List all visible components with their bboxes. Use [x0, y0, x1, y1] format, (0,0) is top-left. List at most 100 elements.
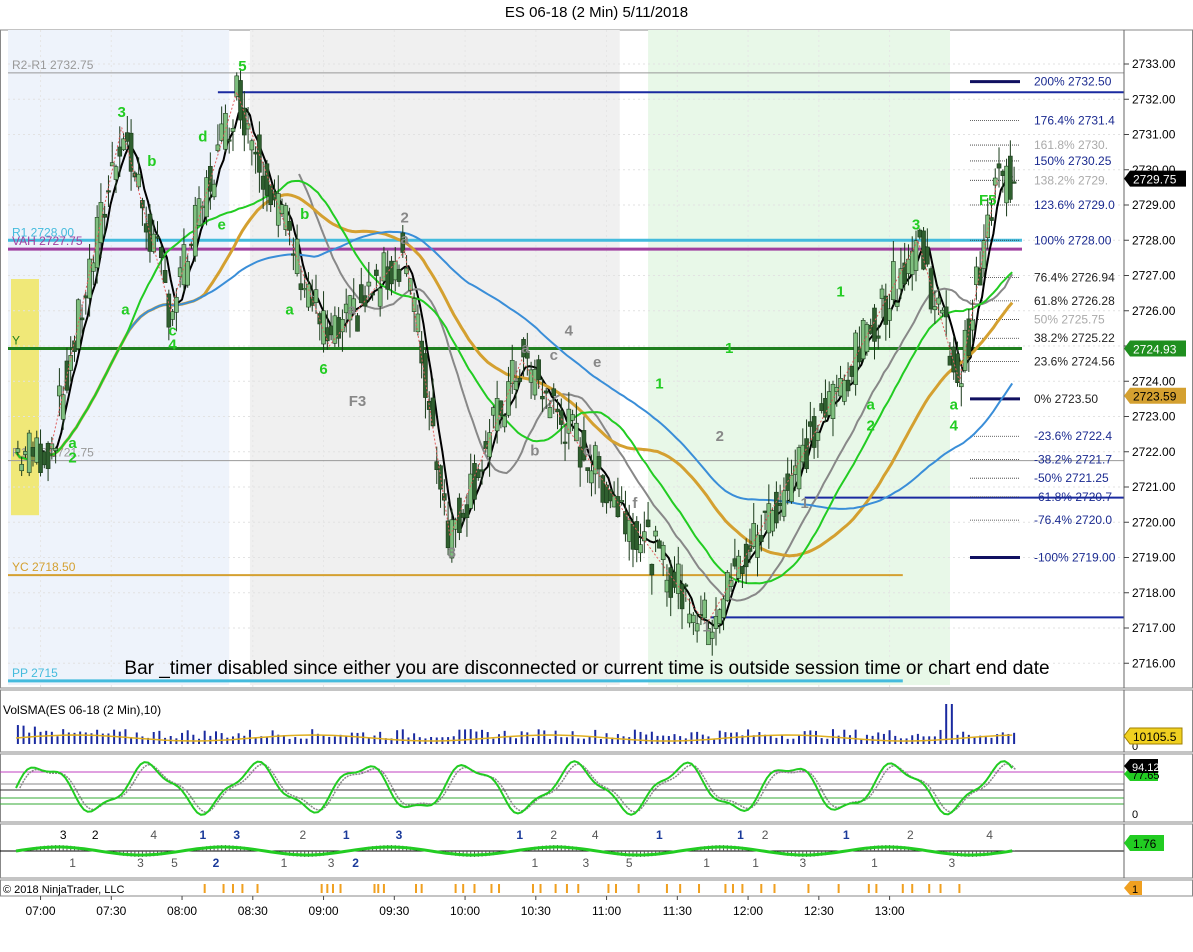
time-marker	[256, 884, 259, 893]
wave-label: a	[348, 301, 357, 318]
histogram-wave-label: 2	[299, 828, 306, 842]
time-marker	[807, 884, 810, 893]
up-candle	[713, 616, 719, 629]
fib-level-label: 38.2% 2725.22	[1034, 331, 1115, 345]
price-tick-label: 2716.00	[1132, 656, 1176, 670]
wave-label: 1	[801, 495, 809, 512]
time-marker	[373, 884, 376, 893]
down-candle	[921, 230, 926, 270]
time-marker	[331, 884, 334, 893]
down-candle	[287, 221, 292, 231]
up-candle	[181, 244, 187, 286]
time-marker	[837, 884, 840, 893]
price-badge-label: 2729.75	[1133, 173, 1177, 187]
time-marker	[539, 884, 542, 893]
up-candle	[770, 510, 775, 532]
histogram-wave-label: 1	[871, 856, 878, 870]
wave-label: b	[530, 442, 539, 459]
up-candle	[279, 204, 285, 215]
down-candle	[819, 403, 824, 411]
up-candle	[940, 309, 945, 314]
down-candle	[1011, 181, 1017, 184]
up-candle	[294, 238, 300, 274]
wave-label: c	[550, 347, 558, 364]
wave-label: a	[121, 301, 130, 318]
down-candle	[996, 163, 1002, 169]
time-marker	[958, 884, 961, 893]
fib-level-label: 61.8% 2726.28	[1034, 294, 1115, 308]
down-candle	[875, 335, 881, 339]
down-candle	[1008, 155, 1013, 200]
histogram-wave-label: 1	[343, 828, 350, 842]
down-candle	[317, 313, 323, 325]
time-marker	[665, 884, 668, 893]
time-marker	[382, 884, 385, 893]
histogram-wave-label: 3	[949, 856, 956, 870]
down-candle	[242, 107, 247, 136]
up-candle	[366, 281, 372, 287]
histogram-wave-label: 5	[626, 856, 633, 870]
up-candle	[415, 313, 421, 333]
down-candle	[45, 442, 51, 469]
price-tick-label: 2727.00	[1132, 269, 1176, 283]
up-candle	[185, 261, 190, 286]
time-marker	[320, 884, 323, 893]
up-candle	[687, 613, 692, 624]
price-badge-label: 2723.59	[1133, 390, 1177, 404]
down-candle	[645, 519, 651, 528]
down-candle	[298, 283, 304, 290]
down-candle	[634, 521, 640, 550]
down-candle	[260, 175, 266, 190]
time-marker	[867, 884, 870, 893]
down-candle	[657, 540, 662, 549]
histogram-wave-label: 4	[150, 828, 157, 842]
down-candle	[325, 327, 330, 342]
down-candle	[374, 269, 379, 276]
session-bg-1	[8, 30, 230, 685]
time-tick-label: 07:30	[96, 904, 126, 918]
down-candle	[430, 397, 436, 427]
up-candle	[26, 432, 32, 473]
chart-canvas[interactable]: R2-R1 2732.75R1 2728.00VAH 2727.75YR1-PP…	[0, 0, 1193, 952]
up-candle	[509, 360, 515, 384]
up-candle	[796, 447, 802, 490]
time-marker	[339, 884, 342, 893]
up-candle	[898, 268, 904, 290]
price-tick-label: 2732.00	[1132, 92, 1176, 106]
up-candle	[894, 302, 900, 307]
down-candle	[30, 447, 36, 457]
time-marker	[911, 884, 914, 893]
down-candle	[732, 558, 738, 567]
up-candle	[75, 299, 81, 349]
time-marker	[377, 884, 380, 893]
up-candle	[789, 474, 794, 502]
histogram-wave-label: 1	[752, 856, 759, 870]
up-candle	[702, 599, 707, 619]
down-candle	[253, 151, 258, 155]
up-candle	[660, 544, 666, 560]
wave-label: a	[867, 396, 876, 413]
histogram-wave-label: 1	[516, 828, 523, 842]
down-candle	[472, 463, 477, 500]
up-candle	[838, 378, 843, 397]
wave-label: 3	[117, 104, 125, 121]
down-candle	[585, 467, 590, 471]
up-candle	[721, 598, 726, 618]
histogram-wave-label: 3	[799, 856, 806, 870]
up-candle	[694, 623, 700, 632]
down-candle	[943, 306, 949, 318]
time-tick-label: 07:00	[26, 904, 56, 918]
oscillator-zero-label: 0	[1132, 809, 1138, 821]
up-candle	[830, 383, 836, 419]
price-badge-label: 2724.93	[1133, 342, 1177, 356]
wave-label: 2	[401, 210, 409, 227]
indicator-panels: VolSMA(ES 06-18 (2 Min),10)010105.5077.6…	[0, 689, 1193, 879]
up-candle	[709, 631, 715, 639]
down-candle	[79, 317, 85, 321]
time-tick-label: 13:00	[875, 904, 905, 918]
histogram-wave-label: 1	[532, 856, 539, 870]
up-candle	[494, 398, 500, 432]
up-candle	[57, 385, 62, 397]
fib-level-label: 138.2% 2729.	[1034, 173, 1108, 187]
up-candle	[19, 464, 24, 472]
